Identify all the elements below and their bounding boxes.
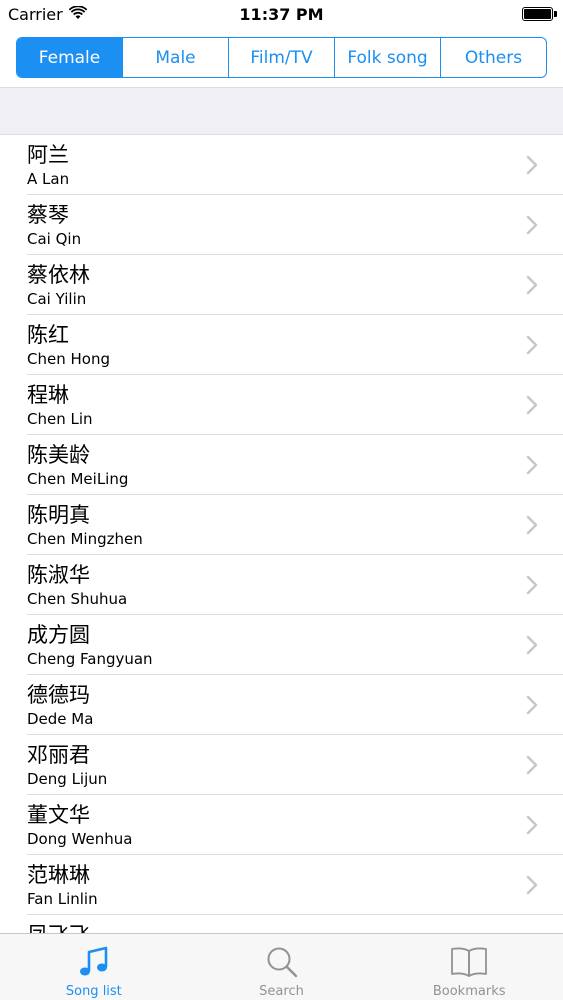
book-icon [449, 942, 489, 982]
tab-label: Bookmarks [432, 984, 506, 999]
list-item[interactable]: 蔡琴 Cai Qin [0, 195, 563, 255]
singer-chinese-name: 范琳琳 [27, 863, 90, 887]
singer-pinyin-name: Chen Lin [27, 410, 93, 428]
singer-chinese-name: 蔡琴 [27, 203, 69, 227]
singer-chinese-name: 阿兰 [27, 143, 69, 167]
chevron-right-icon [526, 635, 538, 655]
list-item[interactable]: 阿兰 A Lan [0, 135, 563, 195]
singer-chinese-name: 凤飞飞 [27, 921, 90, 933]
list-item[interactable]: 陈红 Chen Hong [0, 315, 563, 375]
singer-pinyin-name: Cai Qin [27, 230, 82, 248]
singer-chinese-name: 陈红 [27, 323, 69, 347]
singer-chinese-name: 陈明真 [27, 503, 90, 527]
tab-label: Song list [65, 984, 122, 999]
segment-folk-song[interactable]: Folk song [335, 38, 441, 77]
section-header-band [0, 87, 563, 135]
segment-film-tv[interactable]: Film/TV [229, 38, 335, 77]
singer-pinyin-name: Chen Hong [27, 350, 110, 368]
music-note-icon [74, 942, 114, 982]
tab-song-list[interactable]: Song list [0, 934, 188, 1000]
list-item[interactable]: 凤飞飞 [0, 915, 563, 933]
list-item[interactable]: 程琳 Chen Lin [0, 375, 563, 435]
singer-pinyin-name: Cai Yilin [27, 290, 87, 308]
chevron-right-icon [526, 515, 538, 535]
singer-pinyin-name: Cheng Fangyuan [27, 650, 153, 668]
tab-bookmarks[interactable]: Bookmarks [375, 934, 563, 1000]
singer-chinese-name: 陈美龄 [27, 443, 90, 467]
tab-search[interactable]: Search [188, 934, 376, 1000]
chevron-right-icon [526, 875, 538, 895]
tab-bar: Song list Search Bookmarks [0, 933, 563, 1000]
segment-others[interactable]: Others [441, 38, 546, 77]
list-item[interactable]: 董文华 Dong Wenhua [0, 795, 563, 855]
singer-chinese-name: 董文华 [27, 803, 90, 827]
singer-pinyin-name: Chen Mingzhen [27, 530, 143, 548]
singer-chinese-name: 成方圆 [27, 623, 90, 647]
segment-male[interactable]: Male [123, 38, 229, 77]
battery-icon [522, 7, 553, 21]
list-item[interactable]: 陈淑华 Chen Shuhua [0, 555, 563, 615]
chevron-right-icon [526, 815, 538, 835]
list-item[interactable]: 德德玛 Dede Ma [0, 675, 563, 735]
singer-chinese-name: 邓丽君 [27, 743, 90, 767]
singer-chinese-name: 程琳 [27, 383, 69, 407]
tab-label: Search [259, 984, 304, 999]
chevron-right-icon [526, 215, 538, 235]
chevron-right-icon [526, 455, 538, 475]
status-time: 11:37 PM [239, 5, 324, 24]
battery-tip [554, 11, 557, 17]
chevron-right-icon [526, 275, 538, 295]
segment-female[interactable]: Female [17, 38, 123, 77]
list-item[interactable]: 成方圆 Cheng Fangyuan [0, 615, 563, 675]
singer-pinyin-name: Deng Lijun [27, 770, 108, 788]
singer-pinyin-name: Fan Linlin [27, 890, 98, 908]
singer-chinese-name: 陈淑华 [27, 563, 90, 587]
chevron-right-icon [526, 155, 538, 175]
singer-pinyin-name: Dede Ma [27, 710, 94, 728]
status-bar: Carrier 11:37 PM [0, 0, 563, 30]
chevron-right-icon [526, 575, 538, 595]
singer-chinese-name: 蔡依林 [27, 263, 90, 287]
chevron-right-icon [526, 755, 538, 775]
singer-pinyin-name: Dong Wenhua [27, 830, 133, 848]
chevron-right-icon [526, 695, 538, 715]
singer-pinyin-name: Chen Shuhua [27, 590, 128, 608]
singer-pinyin-name: Chen MeiLing [27, 470, 129, 488]
chevron-right-icon [526, 395, 538, 415]
list-item[interactable]: 陈美龄 Chen MeiLing [0, 435, 563, 495]
singer-chinese-name: 德德玛 [27, 683, 90, 707]
category-segmented-control: Female Male Film/TV Folk song Others [16, 37, 547, 78]
singer-list[interactable]: 阿兰 A Lan 蔡琴 Cai Qin 蔡依林 Cai Yilin 陈红 Che… [0, 135, 563, 933]
list-item[interactable]: 陈明真 Chen Mingzhen [0, 495, 563, 555]
search-icon [262, 942, 302, 982]
list-item[interactable]: 蔡依林 Cai Yilin [0, 255, 563, 315]
list-item[interactable]: 邓丽君 Deng Lijun [0, 735, 563, 795]
list-item[interactable]: 范琳琳 Fan Linlin [0, 855, 563, 915]
chevron-right-icon [526, 335, 538, 355]
singer-pinyin-name: A Lan [27, 170, 70, 188]
